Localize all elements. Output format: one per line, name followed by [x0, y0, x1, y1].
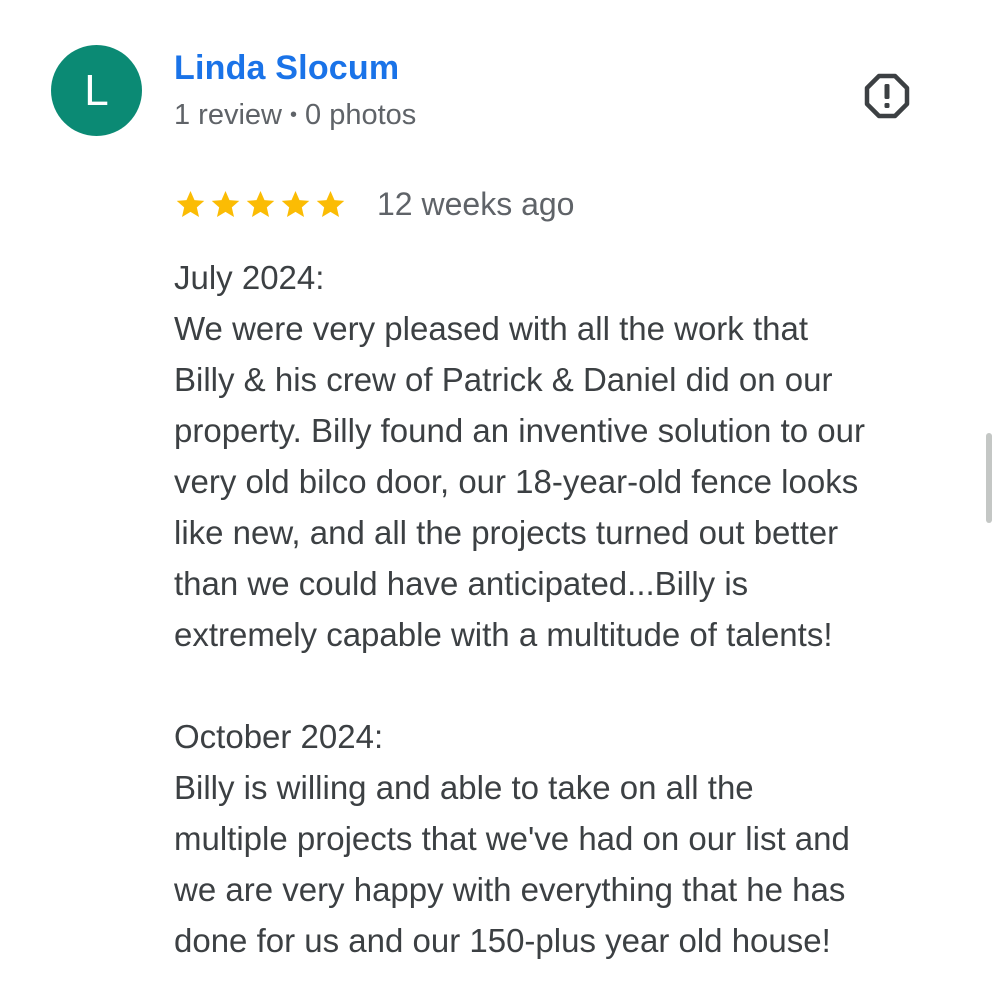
- review-line: done for us and our 150-plus year old ho…: [174, 922, 831, 959]
- review-text: July 2024: We were very pleased with all …: [174, 252, 974, 966]
- review-line: We were very pleased with all the work t…: [174, 310, 809, 347]
- star-icon: [281, 190, 310, 217]
- review-date: 12 weeks ago: [377, 186, 575, 222]
- scrollbar-thumb[interactable]: [986, 433, 992, 523]
- reviewer-meta: 1 review • 0 photos: [174, 97, 416, 133]
- review-paragraph-gap: [174, 660, 974, 711]
- report-flag-icon: [864, 73, 910, 119]
- review-line: multiple projects that we've had on our …: [174, 820, 850, 857]
- star-icon: [316, 190, 345, 217]
- review-line: very old bilco door, our 18-year-old fen…: [174, 463, 859, 500]
- star-icon: [211, 190, 240, 217]
- star-rating: [174, 188, 347, 221]
- review-line: like new, and all the projects turned ou…: [174, 514, 839, 551]
- review-line: than we could have anticipated...Billy i…: [174, 565, 749, 602]
- avatar[interactable]: L: [51, 45, 142, 136]
- review-line: Billy & his crew of Patrick & Daniel did…: [174, 361, 833, 398]
- rating-row: 12 weeks ago: [174, 182, 574, 226]
- reviewer-name-link[interactable]: Linda Slocum: [174, 48, 399, 88]
- star-icon: [246, 190, 275, 217]
- report-button[interactable]: [857, 66, 917, 126]
- review-line: Billy is willing and able to take on all…: [174, 769, 754, 806]
- review-line: extremely capable with a multitude of ta…: [174, 616, 833, 653]
- photo-count: 0 photos: [305, 99, 417, 131]
- meta-separator: •: [290, 104, 298, 126]
- review-count: 1 review: [174, 99, 282, 131]
- avatar-initial: L: [84, 65, 109, 115]
- review-line: we are very happy with everything that h…: [174, 871, 846, 908]
- star-icon: [176, 190, 205, 217]
- review-line: property. Billy found an inventive solut…: [174, 412, 865, 449]
- review-line: October 2024:: [174, 718, 384, 755]
- review-line: July 2024:: [174, 259, 325, 296]
